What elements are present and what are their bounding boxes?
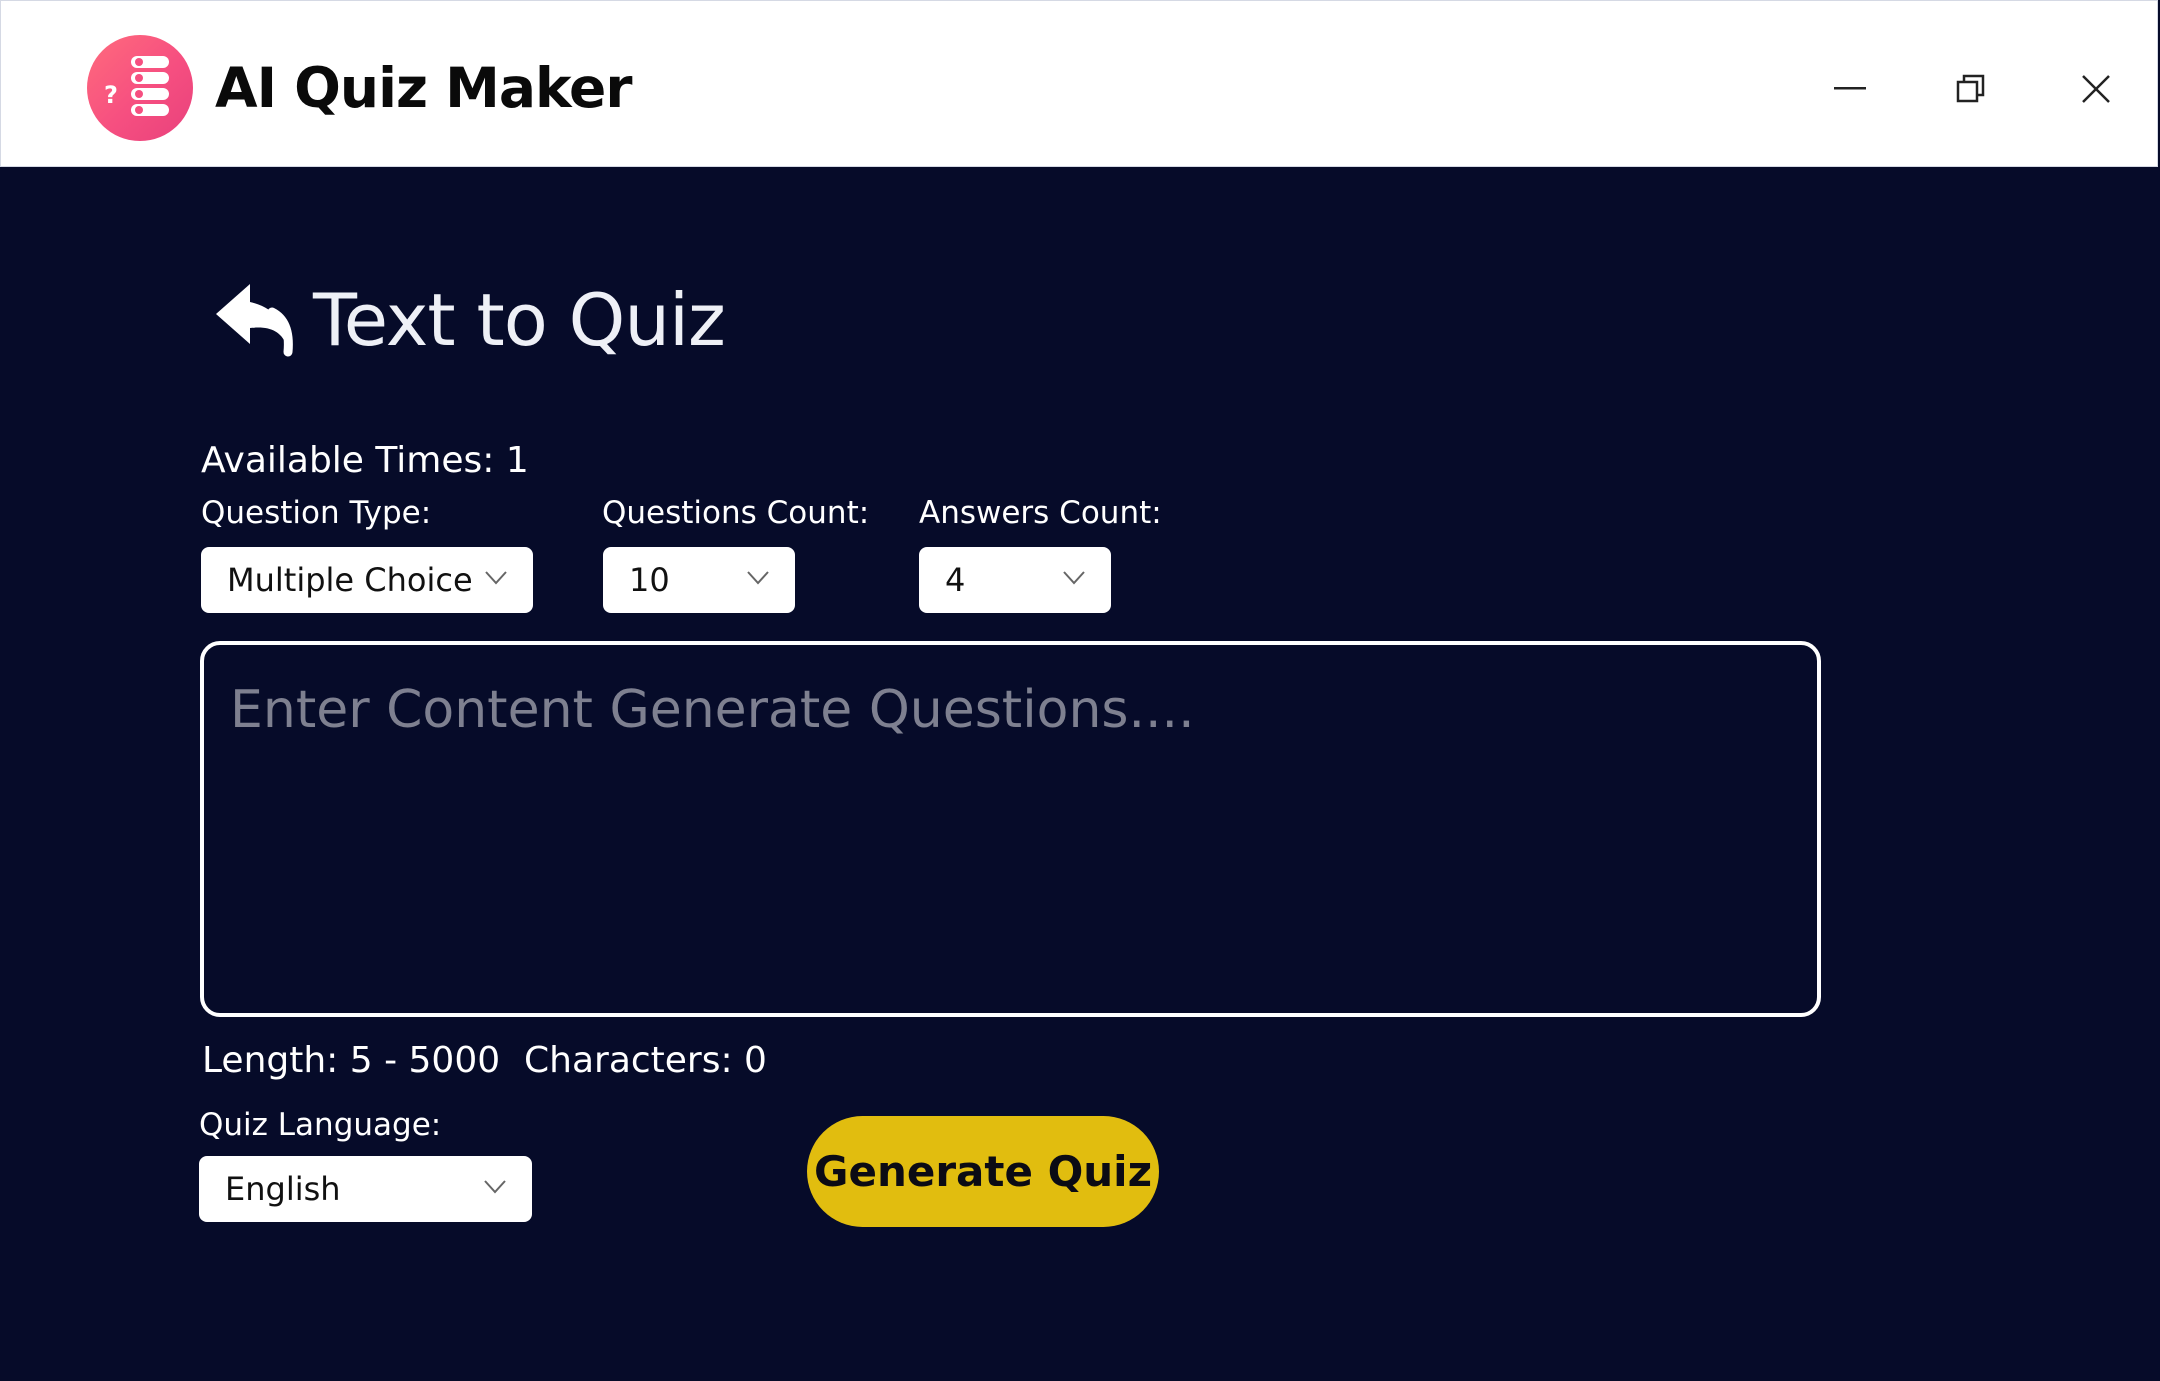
svg-text:?: ? [104,81,118,109]
answers-count-value: 4 [945,561,966,599]
quiz-list-icon: ? [87,35,193,141]
minimize-button[interactable] [1814,53,1886,125]
chevron-down-icon [484,1180,506,1194]
content-input[interactable] [200,641,1821,1017]
questions-count-value: 10 [629,561,670,599]
generate-quiz-button[interactable]: Generate Quiz [807,1116,1159,1227]
questions-count-select[interactable]: 10 [603,547,795,613]
question-type-label: Question Type: [201,495,432,531]
app-title: AI Quiz Maker [215,56,632,120]
page-title: Text to Quiz [313,278,726,362]
quiz-language-label: Quiz Language: [199,1107,442,1143]
questions-count-label: Questions Count: [602,495,870,531]
close-icon [2082,75,2110,103]
answers-count-label: Answers Count: [919,495,1162,531]
question-type-select[interactable]: Multiple Choice [201,547,533,613]
restore-icon [1956,74,1985,103]
chevron-down-icon [1063,571,1085,585]
title-bar[interactable]: ? AI Quiz Maker [0,0,2158,167]
close-button[interactable] [2060,53,2132,125]
answers-count-select[interactable]: 4 [919,547,1111,613]
available-times: Available Times: 1 [201,440,529,481]
app-window: ? AI Quiz Maker Text to Quiz Available T… [0,0,2160,1381]
question-type-value: Multiple Choice [227,561,473,599]
length-info: Length: 5 - 5000 [202,1040,501,1081]
quiz-language-value: English [225,1170,341,1208]
characters-count: Characters: 0 [524,1040,767,1081]
restore-button[interactable] [1935,53,2007,125]
back-button[interactable] [210,278,298,358]
quiz-language-select[interactable]: English [199,1156,532,1222]
chevron-down-icon [485,571,507,585]
chevron-down-icon [747,571,769,585]
minimize-icon [1834,87,1866,90]
back-arrow-icon [216,284,293,357]
